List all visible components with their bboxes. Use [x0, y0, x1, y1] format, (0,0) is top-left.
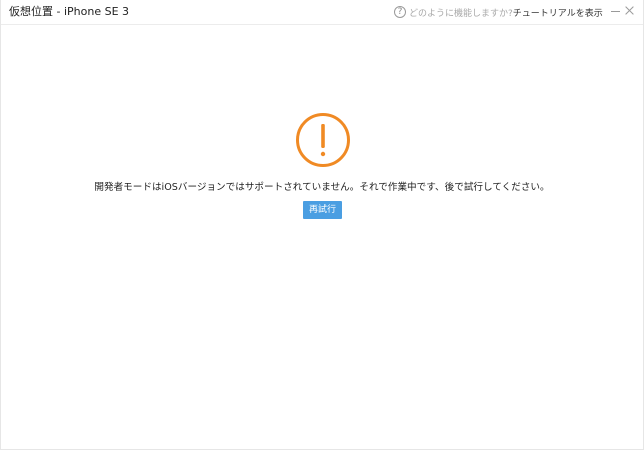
question-circle-icon: ?	[394, 6, 406, 18]
title-bar: 仮想位置 - iPhone SE 3 ? どのように機能しますか? チュートリア…	[1, 0, 643, 25]
retry-button[interactable]: 再試行	[303, 201, 342, 219]
exclamation-circle-icon	[296, 113, 350, 167]
tutorial-link[interactable]: チュートリアルを表示	[513, 6, 603, 19]
warning-bar	[321, 124, 325, 148]
app-window: 仮想位置 - iPhone SE 3 ? どのように機能しますか? チュートリア…	[0, 0, 644, 450]
warning-dot	[320, 151, 326, 157]
minimize-button[interactable]	[609, 4, 623, 18]
close-button[interactable]	[623, 4, 637, 18]
window-title: 仮想位置 - iPhone SE 3	[9, 5, 130, 18]
help-section: ? どのように機能しますか? チュートリアルを表示	[394, 3, 603, 21]
error-message: 開発者モードはiOSバージョンではサポートされていません。それで作業中です、後で…	[94, 182, 550, 193]
help-question-text: どのように機能しますか?	[409, 8, 513, 19]
